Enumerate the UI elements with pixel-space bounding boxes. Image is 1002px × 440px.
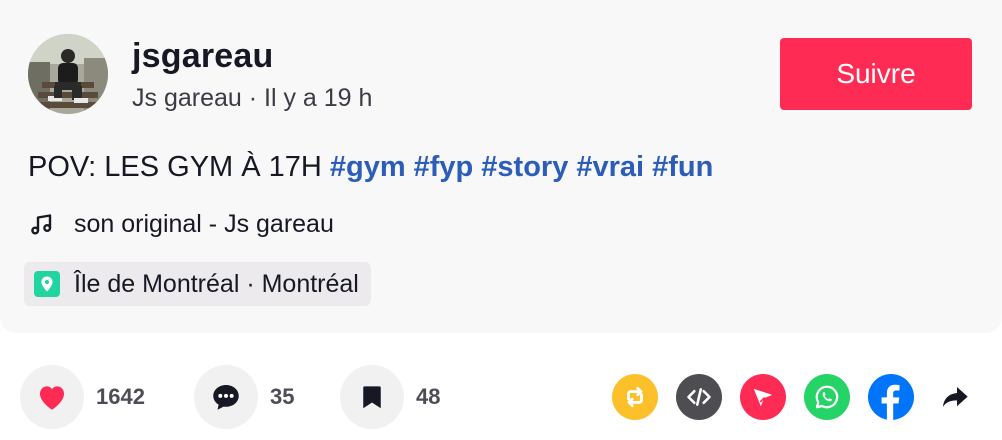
author-username[interactable]: jsgareau <box>132 34 273 78</box>
facebook-button[interactable] <box>868 374 914 420</box>
more-share-button[interactable] <box>932 374 978 420</box>
video-description: POV: LES GYM À 17H #gym #fyp #story #vrai #fu… <box>28 147 713 187</box>
video-info-card: jsgareau Js gareau · Il y a 19 h Suivre … <box>0 0 1002 333</box>
avatar[interactable] <box>28 34 108 114</box>
comment-icon <box>213 384 239 410</box>
share-arrow-icon <box>943 387 968 407</box>
follow-button[interactable]: Suivre <box>780 38 972 110</box>
like-button[interactable] <box>20 365 84 429</box>
music-link[interactable]: son original - Js gareau <box>30 207 334 241</box>
action-bar: 1642 35 48 <box>0 365 1002 429</box>
save-button[interactable] <box>340 365 404 429</box>
hashtag-link[interactable]: #vrai <box>576 151 644 183</box>
embed-icon <box>687 388 711 406</box>
repost-icon <box>627 386 643 408</box>
description-text: POV: LES GYM À 17H <box>28 151 322 183</box>
embed-button[interactable] <box>676 374 722 420</box>
save-count: 48 <box>416 384 441 409</box>
location-tag[interactable]: Île de Montréal · Montréal <box>24 262 371 306</box>
location-pin-icon <box>34 271 60 297</box>
whatsapp-icon <box>815 385 839 409</box>
author-subline: Js gareau · Il y a 19 h <box>132 84 373 112</box>
send-to-friends-icon <box>753 388 773 407</box>
hashtag-link[interactable]: #gym <box>330 151 406 183</box>
music-title: son original - Js gareau <box>74 210 334 238</box>
comment-button[interactable] <box>194 365 258 429</box>
comment-count: 35 <box>270 384 295 409</box>
facebook-icon <box>881 384 900 420</box>
bookmark-icon <box>363 386 381 409</box>
heart-icon <box>39 386 65 410</box>
hashtag-link[interactable]: #fyp <box>414 151 474 183</box>
hashtag-link[interactable]: #story <box>481 151 568 183</box>
like-count: 1642 <box>96 384 145 409</box>
send-to-friends-button[interactable] <box>740 374 786 420</box>
location-label: Île de Montréal · Montréal <box>74 269 359 298</box>
repost-button[interactable] <box>612 374 658 420</box>
hashtag-link[interactable]: #fun <box>652 151 713 183</box>
whatsapp-button[interactable] <box>804 374 850 420</box>
music-note-icon <box>31 214 52 235</box>
